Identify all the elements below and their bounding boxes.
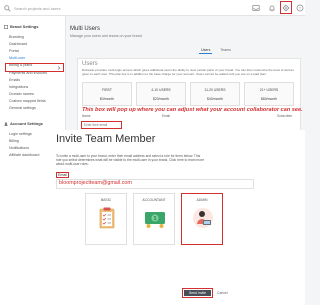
column-header-subscriber: Subscriber [277,114,293,118]
sidebar-item-dashboard[interactable]: Dashboard [0,40,65,47]
search-bar[interactable]: Search projects and users [4,3,154,13]
invite-title: Invite Team Member [56,133,156,145]
svg-text:?: ? [299,5,302,10]
pricing-tier: 21+ USERS $60/month [244,82,294,106]
role-accountant[interactable]: ACCOUNTANT $ [133,193,175,245]
sidebar-item-emails[interactable]: Emails [0,76,65,83]
email-label: Email [56,172,69,178]
gear-icon[interactable] [280,1,292,14]
search-icon [4,4,11,12]
cancel-button[interactable]: Cancel [217,291,228,295]
role-options: BASIC ACCOUNTANT $ ADMIN [85,193,223,245]
admin-icon [193,208,213,228]
send-invite-button[interactable]: Send Invite [182,288,213,298]
pricing-tiers: FIRST $0/month 4-10 USERS $20/month 11-20 … [82,82,294,106]
sidebar-item-branding[interactable]: Branding [0,33,65,40]
email-value: bloomprojectteam@gmail.com [59,180,132,186]
column-header-email: Email [162,114,170,118]
sidebar-item-general-settings[interactable]: General settings [0,105,65,112]
tab-users[interactable]: Users [199,47,213,54]
account-settings-heading: Account Settings [4,121,65,126]
invite-team-member-modal: Invite Team Member To invite a multi-use… [52,130,305,305]
page-title: Multi Users [70,26,101,32]
users-card-description: Dubsado provides multi-login access whic… [82,68,294,76]
enter-email-input[interactable]: Enter their email [81,121,122,129]
chevron-right-icon [57,66,61,70]
sidebar-item-domain-names[interactable]: Domain names [0,91,65,98]
pricing-tier: 11-20 USERS $40/month [190,82,240,106]
top-bar: Search projects and users ? [0,0,305,16]
role-basic[interactable]: BASIC [85,193,127,245]
sidebar-item-custom-fields[interactable]: Custom mapped fields [0,98,65,105]
brand-icon [4,24,8,29]
role-admin[interactable]: ADMIN [181,193,223,245]
sidebar-item-portal[interactable]: Portal [0,47,65,54]
column-header-name: Name [82,114,91,118]
users-card-title: Users [82,61,98,67]
user-tabs: Users Teams [199,47,233,54]
bell-icon[interactable] [267,3,277,13]
page-subtitle: Manage your users and teams on your bran… [70,34,142,38]
pricing-tier: FIRST $0/month [82,82,132,106]
search-placeholder: Search projects and users [14,5,61,11]
invite-description: To invite a multi-user to your brand, en… [56,154,205,166]
clipboard-icon [99,207,115,229]
brand-settings-heading: Brand Settings [4,24,65,29]
sidebar-item-integrations[interactable]: Integrations [0,83,65,90]
user-icon [4,121,8,126]
money-icon: $ [145,212,165,228]
tab-teams[interactable]: Teams [218,47,233,54]
pricing-tier: 4-10 USERS $20/month [136,82,186,106]
help-icon[interactable]: ? [295,3,305,13]
svg-text:$: $ [154,216,157,222]
sidebar-item-multi-user[interactable]: Multi-user [0,55,65,62]
annotation-note: This box will pop up where you can adjus… [82,107,303,113]
inbox-icon[interactable] [251,3,261,13]
multi-user-highlight [5,63,64,72]
